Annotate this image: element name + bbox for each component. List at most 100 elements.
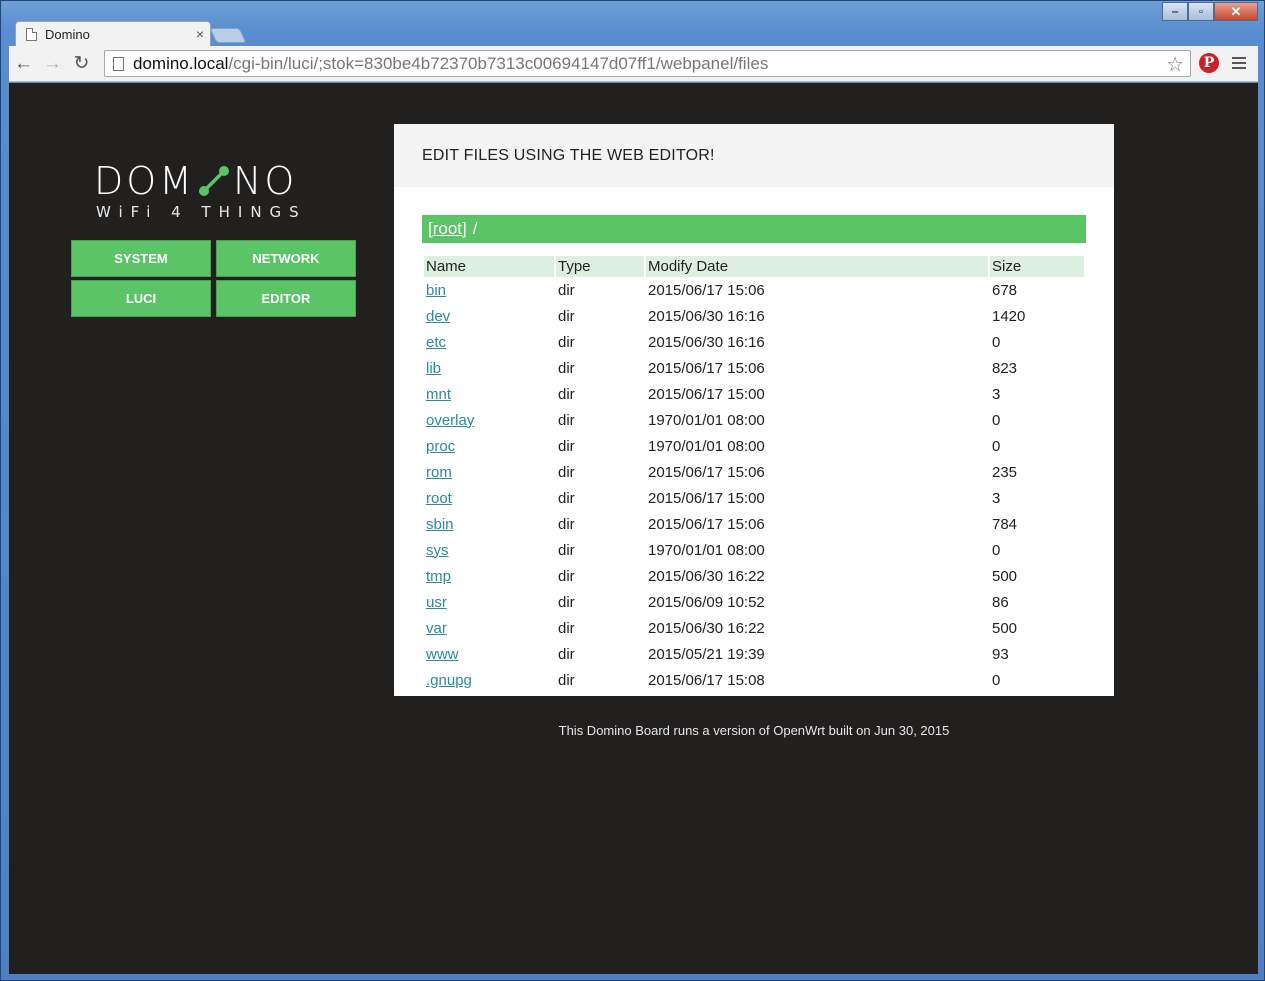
nav-editor-button[interactable]: EDITOR: [216, 280, 356, 317]
table-cell-name: etc: [424, 329, 554, 355]
table-cell-date: 2015/06/17 15:08: [646, 667, 988, 693]
table-cell-type: dir: [556, 277, 644, 303]
table-cell-date: 2015/06/17 15:06: [646, 459, 988, 485]
table-cell-type: dir: [556, 433, 644, 459]
file-name-link[interactable]: root: [426, 490, 452, 507]
file-type: dir: [558, 567, 575, 585]
file-name-link[interactable]: var: [426, 620, 447, 637]
table-cell-name: sys: [424, 537, 554, 563]
table-row: sbin dir 2015/06/17 15:06 784: [424, 511, 1084, 537]
bookmark-star-icon[interactable]: ☆: [1166, 52, 1184, 77]
file-name-link[interactable]: proc: [426, 438, 455, 455]
file-size: 0: [992, 411, 1001, 429]
table-cell-date: 2015/06/30 16:16: [646, 303, 988, 329]
table-row: overlay dir 1970/01/01 08:00 0: [424, 407, 1084, 433]
file-type: dir: [558, 671, 575, 689]
table-cell-size: 784: [990, 511, 1084, 537]
file-size: 86: [992, 593, 1009, 611]
table-cell-name: proc: [424, 433, 554, 459]
file-type: dir: [558, 541, 575, 559]
file-name-link[interactable]: bin: [426, 282, 446, 299]
table-cell-name: overlay: [424, 407, 554, 433]
file-name-link[interactable]: dev: [426, 308, 450, 325]
file-type: dir: [558, 307, 575, 325]
file-modify-date: 2015/06/17 15:08: [648, 671, 765, 689]
file-modify-date: 2015/06/17 15:06: [648, 463, 765, 481]
table-cell-type: dir: [556, 407, 644, 433]
file-type: dir: [558, 281, 575, 299]
file-name-link[interactable]: .gnupg: [426, 672, 472, 689]
table-row: sys dir 1970/01/01 08:00 0: [424, 537, 1084, 563]
file-name-link[interactable]: www: [426, 646, 459, 663]
maximize-button[interactable]: ▫: [1188, 2, 1214, 21]
window-controls: ‒ ▫ ✕: [1162, 2, 1258, 21]
nav-system-button[interactable]: SYSTEM: [71, 240, 211, 277]
header-type[interactable]: Type: [556, 256, 644, 277]
file-type: dir: [558, 359, 575, 377]
address-bar[interactable]: domino.local/cgi-bin/luci/;stok=830be4b7…: [104, 50, 1191, 77]
table-cell-type: dir: [556, 459, 644, 485]
tab-domino[interactable]: Domino ×: [15, 21, 211, 46]
pinterest-icon[interactable]: P: [1199, 53, 1219, 73]
table-cell-name: .gnupg: [424, 667, 554, 693]
file-name-link[interactable]: etc: [426, 334, 446, 351]
table-cell-date: 2015/06/17 15:00: [646, 485, 988, 511]
file-size: 500: [992, 567, 1018, 585]
file-name-link[interactable]: lib: [426, 360, 441, 377]
table-row: mnt dir 2015/06/17 15:00 3: [424, 381, 1084, 407]
table-row: etc dir 2015/06/30 16:16 0: [424, 329, 1084, 355]
file-type: dir: [558, 411, 575, 429]
file-name-link[interactable]: sys: [426, 542, 449, 559]
file-name-link[interactable]: mnt: [426, 386, 451, 403]
logo-i-mark-icon: [198, 166, 229, 196]
minimize-button[interactable]: ‒: [1162, 2, 1188, 21]
close-window-button[interactable]: ✕: [1214, 2, 1258, 21]
file-name-link[interactable]: overlay: [426, 412, 474, 429]
file-table: Name Type Modify Date Size bin dir 2015/06…: [422, 256, 1086, 693]
file-type: dir: [558, 619, 575, 637]
header-modify-date[interactable]: Modify Date: [646, 256, 988, 277]
page-icon: [26, 27, 37, 41]
browser-window: Domino × ‒ ▫ ✕ ← → ↻ domino.local/cgi-bi…: [0, 0, 1265, 981]
header-name[interactable]: Name: [424, 256, 554, 277]
file-modify-date: 2015/05/21 19:39: [648, 645, 765, 663]
nav-luci-button[interactable]: LUCI: [71, 280, 211, 317]
file-name-link[interactable]: tmp: [426, 568, 451, 585]
forward-button[interactable]: →: [38, 50, 67, 78]
file-name-link[interactable]: sbin: [426, 516, 454, 533]
new-tab-button[interactable]: [209, 28, 247, 43]
table-cell-size: 93: [990, 641, 1084, 667]
file-name-link[interactable]: rom: [426, 464, 452, 481]
back-button[interactable]: ←: [9, 50, 38, 78]
logo-word-left: DOM: [94, 159, 195, 203]
file-modify-date: 2015/06/09 10:52: [648, 593, 765, 611]
table-cell-date: 1970/01/01 08:00: [646, 407, 988, 433]
file-modify-date: 2015/06/30 16:22: [648, 567, 765, 585]
nav-network-button[interactable]: NETWORK: [216, 240, 356, 277]
path-root-link[interactable]: [root]: [428, 219, 467, 239]
domino-logo: DOM NO WiFi 4 THINGS: [94, 159, 339, 221]
table-row: www dir 2015/05/21 19:39 93: [424, 641, 1084, 667]
table-cell-size: 0: [990, 407, 1084, 433]
menu-icon[interactable]: [1230, 54, 1248, 72]
table-cell-size: 0: [990, 329, 1084, 355]
file-name-link[interactable]: usr: [426, 594, 447, 611]
file-type: dir: [558, 515, 575, 533]
url-path: /cgi-bin/luci/;stok=830be4b72370b7313c00…: [228, 53, 769, 73]
file-table-body: bin dir 2015/06/17 15:06 678 dev dir 2015/06/3…: [424, 277, 1084, 693]
tab-close-icon[interactable]: ×: [190, 26, 210, 42]
file-modify-date: 2015/06/30 16:16: [648, 333, 765, 351]
table-cell-type: dir: [556, 329, 644, 355]
table-cell-type: dir: [556, 667, 644, 693]
table-cell-name: www: [424, 641, 554, 667]
table-cell-name: rom: [424, 459, 554, 485]
table-cell-date: 2015/06/30 16:16: [646, 329, 988, 355]
reload-button[interactable]: ↻: [67, 50, 96, 78]
file-type: dir: [558, 489, 575, 507]
table-cell-name: root: [424, 485, 554, 511]
file-size: 678: [992, 281, 1018, 299]
table-cell-type: dir: [556, 355, 644, 381]
table-cell-size: 823: [990, 355, 1084, 381]
header-size[interactable]: Size: [990, 256, 1084, 277]
tab-title: Domino: [45, 26, 90, 42]
